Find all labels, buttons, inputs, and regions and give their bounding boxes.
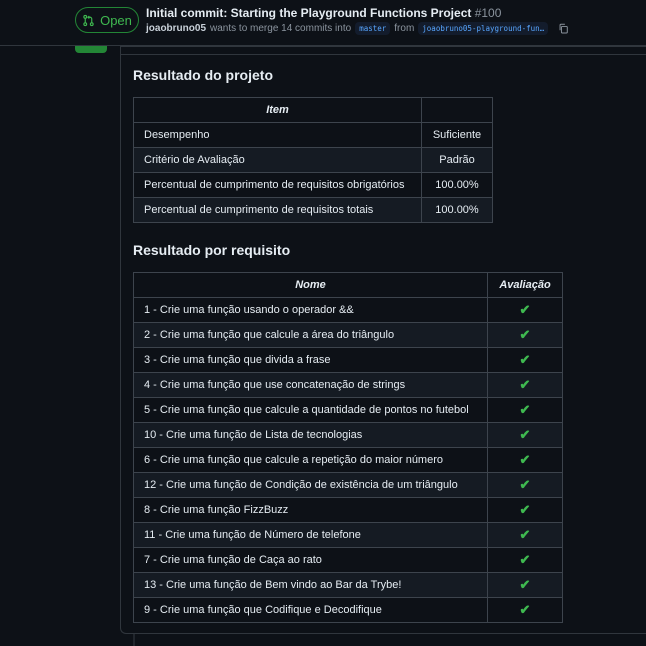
table-row: Desempenho Suficiente	[133, 122, 493, 148]
pr-state-label: Open	[100, 12, 132, 28]
table-row: 8 - Crie uma função FizzBuzz ✔	[133, 497, 563, 523]
table-row: 6 - Crie uma função que calcule a repeti…	[133, 447, 563, 473]
table-row: 3 - Crie uma função que divida a frase ✔	[133, 347, 563, 373]
project-value-cell: 100.00%	[421, 172, 493, 198]
table-row: 1 - Crie uma função usando o operador &&…	[133, 297, 563, 323]
table-row: 13 - Crie uma função de Bem vindo ao Bar…	[133, 572, 563, 598]
check-icon: ✔	[487, 322, 563, 348]
check-icon: ✔	[487, 297, 563, 323]
requirement-name-cell: 12 - Crie uma função de Condição de exis…	[133, 472, 488, 498]
requirement-name-cell: 1 - Crie uma função usando o operador &&	[133, 297, 488, 323]
column-header-evaluation: Avaliação	[487, 272, 563, 298]
check-icon: ✔	[487, 522, 563, 548]
check-icon: ✔	[487, 447, 563, 473]
table-row: 11 - Crie uma função de Número de telefo…	[133, 522, 563, 548]
table-row: 5 - Crie uma função que calcule a quanti…	[133, 397, 563, 423]
copy-icon[interactable]	[558, 23, 569, 34]
project-item-cell: Desempenho	[133, 122, 422, 148]
requirement-name-cell: 4 - Crie uma função que use concatenação…	[133, 372, 488, 398]
pr-sticky-header: Open Initial commit: Starting the Playgr…	[0, 0, 646, 46]
head-branch-link[interactable]: joaobruno05-playground-fun…	[418, 22, 549, 35]
table-row: 12 - Crie uma função de Condição de exis…	[133, 472, 563, 498]
table-row: 9 - Crie uma função que Codifique e Deco…	[133, 597, 563, 623]
table-row: 10 - Crie uma função de Lista de tecnolo…	[133, 422, 563, 448]
base-branch-link[interactable]: master	[355, 22, 391, 35]
from-text: from	[394, 23, 415, 34]
check-icon: ✔	[487, 572, 563, 598]
check-icon: ✔	[487, 397, 563, 423]
check-icon: ✔	[487, 497, 563, 523]
project-value-cell: Suficiente	[421, 122, 493, 148]
pr-title: Initial commit: Starting the Playground …	[146, 6, 501, 20]
table-header-row: Nome Avaliação	[133, 272, 563, 298]
table-row: 4 - Crie uma função que use concatenação…	[133, 372, 563, 398]
check-icon: ✔	[487, 347, 563, 373]
requirement-name-cell: 6 - Crie uma função que calcule a repeti…	[133, 447, 488, 473]
column-header-value	[421, 97, 493, 123]
pr-number: #100	[474, 6, 502, 20]
table-header-row: Item	[133, 97, 493, 123]
check-icon: ✔	[487, 422, 563, 448]
project-item-cell: Percentual de cumprimento de requisitos …	[133, 172, 422, 198]
check-icon: ✔	[487, 472, 563, 498]
requirements-result-table: Nome Avaliação 1 - Crie uma função usand…	[133, 272, 563, 623]
requirement-name-cell: 3 - Crie uma função que divida a frase	[133, 347, 488, 373]
pr-author-link[interactable]: joaobruno05	[146, 23, 206, 34]
project-item-cell: Critério de Avaliação	[133, 147, 422, 173]
project-result-table: Item Desempenho Suficiente Critério de A…	[133, 97, 493, 223]
requirement-name-cell: 7 - Crie uma função de Caça ao rato	[133, 547, 488, 573]
table-row: 7 - Crie uma função de Caça ao rato ✔	[133, 547, 563, 573]
table-row: Percentual de cumprimento de requisitos …	[133, 197, 493, 223]
column-header-name: Nome	[133, 272, 488, 298]
requirement-name-cell: 8 - Crie uma função FizzBuzz	[133, 497, 488, 523]
requirement-name-cell: 10 - Crie uma função de Lista de tecnolo…	[133, 422, 488, 448]
timeline-line	[133, 634, 135, 646]
pr-state-badge: Open	[75, 7, 139, 33]
git-pull-request-icon	[83, 14, 94, 26]
requirements-result-heading: Resultado por requisito	[133, 242, 291, 258]
check-icon: ✔	[487, 372, 563, 398]
column-header-item: Item	[133, 97, 422, 123]
project-item-cell: Percentual de cumprimento de requisitos …	[133, 197, 422, 223]
requirement-name-cell: 11 - Crie uma função de Número de telefo…	[133, 522, 488, 548]
project-value-cell: Padrão	[421, 147, 493, 173]
requirement-name-cell: 2 - Crie uma função que calcule a área d…	[133, 322, 488, 348]
pr-meta: joaobruno05 wants to merge 14 commits in…	[146, 22, 569, 35]
requirement-name-cell: 13 - Crie uma função de Bem vindo ao Bar…	[133, 572, 488, 598]
check-icon: ✔	[487, 597, 563, 623]
project-value-cell: 100.00%	[421, 197, 493, 223]
project-result-heading: Resultado do projeto	[133, 67, 273, 83]
pr-title-text: Initial commit: Starting the Playground …	[146, 6, 472, 20]
table-row: 2 - Crie uma função que calcule a área d…	[133, 322, 563, 348]
check-icon: ✔	[487, 547, 563, 573]
comment-divider	[120, 54, 646, 55]
requirement-name-cell: 9 - Crie uma função que Codifique e Deco…	[133, 597, 488, 623]
merge-text: wants to merge 14 commits into	[210, 23, 352, 34]
requirement-name-cell: 5 - Crie uma função que calcule a quanti…	[133, 397, 488, 423]
table-row: Critério de Avaliação Padrão	[133, 147, 493, 173]
table-row: Percentual de cumprimento de requisitos …	[133, 172, 493, 198]
